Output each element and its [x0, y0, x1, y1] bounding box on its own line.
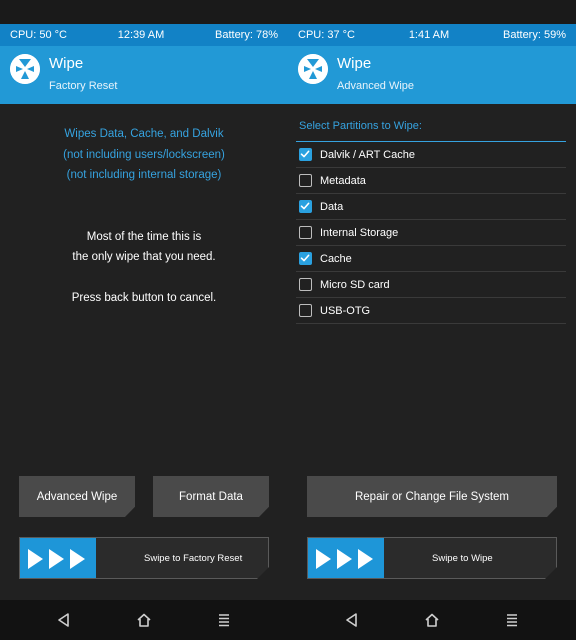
partition-row[interactable]: Data [296, 194, 566, 220]
partition-label: USB-OTG [320, 304, 371, 317]
page-title: Wipe [49, 55, 84, 72]
partition-label: Metadata [320, 174, 366, 187]
wipe-swipe-slider[interactable]: Swipe to Wipe [307, 537, 557, 579]
checkbox-checked-icon[interactable] [299, 252, 312, 265]
advanced-wipe-panel: CPU: 37 °C 1:41 AM Battery: 59% Wipe Adv… [288, 24, 576, 600]
partition-row[interactable]: Dalvik / ART Cache [296, 142, 566, 168]
info-line: (not including internal storage) [66, 169, 222, 181]
checkbox-unchecked-icon[interactable] [299, 226, 312, 239]
page-subtitle: Advanced Wipe [337, 80, 415, 92]
slider-corner-notch [257, 567, 269, 579]
partition-list: Dalvik / ART Cache Metadata Data Internal S… [296, 142, 566, 324]
checkbox-checked-icon[interactable] [299, 148, 312, 161]
partition-row[interactable]: USB-OTG [296, 298, 566, 324]
message-line: the only wipe that you need. [72, 251, 216, 263]
info-line: (not including users/lockscreen) [63, 148, 225, 161]
partition-label: Cache [320, 252, 352, 265]
checkbox-checked-icon[interactable] [299, 200, 312, 213]
advanced-wipe-button[interactable]: Advanced Wipe [19, 476, 135, 517]
top-strip [0, 0, 576, 24]
checkbox-unchecked-icon[interactable] [299, 278, 312, 291]
back-icon[interactable] [56, 612, 72, 628]
header: Wipe Factory Reset [0, 46, 288, 104]
factory-reset-swipe-slider[interactable]: Swipe to Factory Reset [19, 537, 269, 579]
cpu-temp: CPU: 50 °C [10, 29, 67, 41]
triple-arrow-icon [28, 549, 85, 569]
message-line: Most of the time this is [86, 230, 202, 243]
partition-row[interactable]: Micro SD card [296, 272, 566, 298]
factory-reset-panel: CPU: 50 °C 12:39 AM Battery: 78% Wipe Fa… [0, 24, 288, 600]
partition-row[interactable]: Internal Storage [296, 220, 566, 246]
status-bar: CPU: 50 °C 12:39 AM Battery: 78% [0, 24, 288, 46]
header: Wipe Advanced Wipe [288, 46, 576, 104]
navigation-bar [0, 600, 576, 640]
checkbox-unchecked-icon[interactable] [299, 174, 312, 187]
partition-row[interactable]: Metadata [296, 168, 566, 194]
clock: 1:41 AM [408, 29, 450, 41]
triple-arrow-icon [316, 549, 373, 569]
info-area: Wipes Data, Cache, and Dalvik (not inclu… [0, 104, 288, 309]
twrp-logo-icon [10, 54, 40, 84]
partition-label: Internal Storage [320, 226, 399, 239]
menu-icon[interactable] [504, 612, 520, 628]
partition-label: Dalvik / ART Cache [320, 148, 415, 161]
swipe-handle[interactable] [308, 538, 384, 578]
swipe-label: Swipe to Factory Reset [144, 552, 243, 564]
cancel-hint: Press back button to cancel. [71, 292, 217, 304]
swipe-handle[interactable] [20, 538, 96, 578]
info-line: Wipes Data, Cache, and Dalvik [64, 128, 224, 140]
slider-corner-notch [545, 567, 557, 579]
format-data-button[interactable]: Format Data [153, 476, 269, 517]
clock: 12:39 AM [117, 29, 165, 41]
twrp-logo-icon [298, 54, 328, 84]
partition-label: Data [320, 200, 344, 213]
repair-change-fs-button[interactable]: Repair or Change File System [307, 476, 557, 517]
menu-icon[interactable] [216, 612, 232, 628]
status-bar: CPU: 37 °C 1:41 AM Battery: 59% [288, 24, 576, 46]
partition-row[interactable]: Cache [296, 246, 566, 272]
battery-level: Battery: 78% [215, 29, 278, 41]
home-icon[interactable] [136, 612, 152, 628]
cpu-temp: CPU: 37 °C [298, 29, 355, 41]
back-icon[interactable] [344, 612, 360, 628]
swipe-label: Swipe to Wipe [432, 552, 493, 564]
home-icon[interactable] [424, 612, 440, 628]
partition-list-title: Select Partitions to Wipe: [299, 120, 422, 132]
checkbox-unchecked-icon[interactable] [299, 304, 312, 317]
page-subtitle: Factory Reset [49, 80, 118, 92]
page-title: Wipe [337, 55, 372, 72]
partition-label: Micro SD card [320, 278, 390, 291]
battery-level: Battery: 59% [503, 29, 566, 41]
